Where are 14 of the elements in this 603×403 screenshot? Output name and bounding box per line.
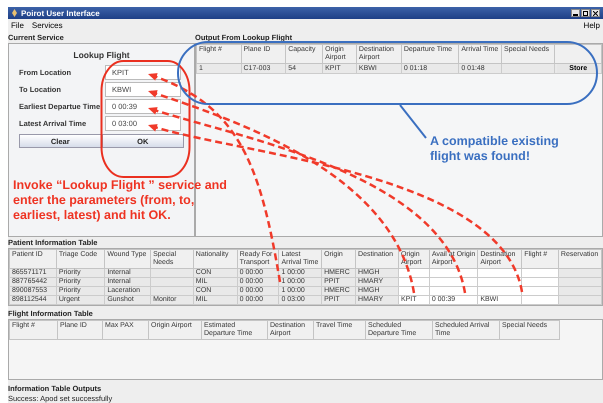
annotation-text: Invoke “Lookup Flight ” service and enter the parameters (from, to, earliest, latest) and hit OK. <box>13 178 228 223</box>
close-icon <box>593 10 598 16</box>
menu-item[interactable]: File <box>11 21 24 30</box>
window-title: Poirot User Interface <box>21 8 100 18</box>
app-icon <box>11 9 18 17</box>
minimize-button[interactable] <box>571 9 580 17</box>
menu-item[interactable]: Services <box>32 21 63 30</box>
maximize-icon <box>583 10 588 16</box>
close-button[interactable] <box>591 9 600 17</box>
maximize-button[interactable] <box>581 9 590 17</box>
leader-line <box>399 104 427 139</box>
annotation-text: A compatible existing flight was found! <box>430 134 560 164</box>
form-title: Lookup Flight <box>72 50 131 60</box>
menu-item[interactable]: Help <box>584 21 600 30</box>
